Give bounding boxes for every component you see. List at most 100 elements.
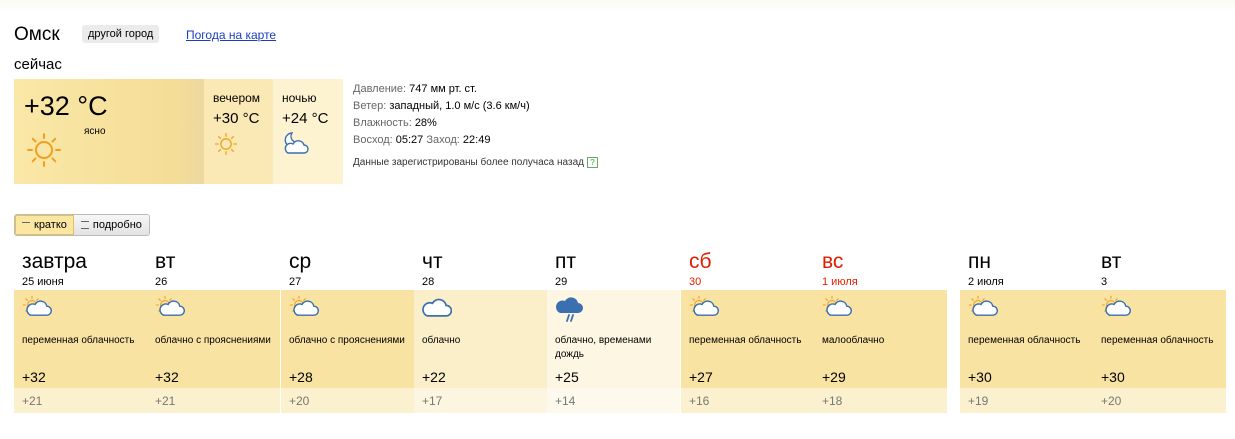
day-condition: переменная облачность [689,335,802,346]
day-date: 1 июля [822,276,858,288]
evening-panel: вечером +30 °C [204,79,273,184]
sun-cloud-icon [155,295,185,316]
forecast-day: ср 27 облачно с прояснениями +28 +20 [281,250,414,413]
day-name: вс [822,250,844,273]
day-name: чт [422,250,443,273]
data-age-note: Данные зарегистрированы более получаса н… [353,157,598,168]
day-low-temp: +21 [22,394,43,408]
current-weather-panel: +32 °C ясно [14,79,204,184]
day-condition: малооблачно [822,335,885,346]
day-low-temp: +21 [155,394,176,408]
day-condition: облачно с прояснениями [155,335,271,346]
humidity-value: 28% [414,117,437,129]
day-condition: облачно с прояснениями [289,335,405,346]
detailed-view-button[interactable]: подробно [73,215,149,235]
forecast-day: сб 30 переменная облачность +27 +16 [681,250,814,413]
sun-icon [214,132,238,156]
night-label: ночью [282,91,317,105]
night-panel: ночью +24 °C [273,79,343,184]
rain-cloud-icon [556,297,583,322]
current-temp: +32 °C [24,91,108,121]
sunrise-label: Восход: [353,134,393,146]
pressure-value: 747 мм рт. ст. [409,83,477,95]
sun-cloud-icon [822,295,852,316]
sunrise-value: 05:27 [395,134,424,146]
day-name: ср [289,250,312,273]
day-condition: переменная облачность [22,335,135,346]
sunset-label: Заход: [426,134,460,146]
forecast-day: пн 2 июля переменная облачность +30 +19 [960,250,1093,413]
moon-cloud-icon [284,132,309,154]
day-date: 27 [289,276,302,288]
sun-cloud-icon [22,295,52,316]
day-name: завтра [22,250,87,273]
now-label: сейчас [14,56,62,73]
forecast-day: пт 29 облачно, временами дождь +25 +14 [547,250,680,413]
day-name: пн [968,250,991,273]
day-low-temp: +18 [822,394,843,408]
brief-label: кратко [34,219,67,231]
top-strip [0,0,1235,14]
day-low-temp: +17 [422,394,443,408]
day-condition: облачно [422,335,461,346]
day-high-temp: +30 [968,369,992,385]
view-toggle: кратко подробно [14,214,150,236]
forecast-day: вт 26 облачно с прояснениями +32 +21 [147,250,280,413]
forecast-day: вт 3 переменная облачность +30 +20 [1093,250,1226,413]
day-date: 2 июля [968,276,1004,288]
day-name: вт [155,250,176,273]
day-high-temp: +32 [155,369,179,385]
day-condition: переменная облачность [1101,335,1214,346]
current-condition: ясно [84,126,106,137]
day-high-temp: +32 [22,369,46,385]
day-name: вт [1101,250,1122,273]
day-high-temp: +28 [289,369,313,385]
sunset-value: 22:49 [462,134,491,146]
day-date: 28 [422,276,435,288]
detailed-icon [80,221,89,229]
day-high-temp: +30 [1101,369,1125,385]
city-name: Омск [14,24,60,45]
day-date: 25 июня [22,276,64,288]
day-low-temp: +19 [968,394,989,408]
wind-value: западный, 1.0 м/с (3.6 км/ч) [389,100,530,112]
brief-icon [22,221,30,229]
day-low-temp: +20 [1101,394,1122,408]
weather-details: Давление: 747 мм рт. ст. Ветер: западный… [353,81,530,149]
sun-cloud-icon [1101,295,1131,316]
day-name: сб [689,250,712,273]
map-link[interactable]: Погода на карте [186,28,276,42]
note-text: Данные зарегистрированы более получаса н… [353,157,584,169]
day-low-temp: +16 [689,394,710,408]
other-city-button[interactable]: другой город [82,25,160,43]
day-high-temp: +22 [422,369,446,385]
forecast-day: завтра 25 июня переменная облачность +32 +21 [14,250,147,413]
detailed-label: подробно [92,219,142,231]
day-high-temp: +25 [555,369,579,385]
humidity-label: Влажность: [353,117,412,129]
day-high-temp: +29 [822,369,846,385]
day-date: 30 [689,276,702,288]
help-icon[interactable]: ? [586,157,598,168]
brief-view-button[interactable]: кратко [15,215,74,235]
day-name: пт [555,250,576,273]
day-condition: облачно, временами дождь [555,335,652,360]
sun-cloud-icon [689,295,719,316]
day-low-temp: +14 [555,394,576,408]
sun-cloud-icon [968,295,998,316]
sun-icon [27,133,61,167]
evening-temp: +30 °C [213,110,260,127]
day-high-temp: +27 [689,369,713,385]
day-date: 26 [155,276,168,288]
day-low-temp: +20 [289,394,310,408]
night-temp: +24 °C [282,110,329,127]
pressure-label: Давление: [353,83,407,95]
cloud-icon [422,298,452,317]
wind-label: Ветер: [353,100,387,112]
day-date: 29 [555,276,568,288]
evening-label: вечером [213,91,261,105]
forecast-day: чт 28 облачно +22 +17 [414,250,547,413]
day-condition: переменная облачность [968,335,1081,346]
forecast-day: вс 1 июля малооблачно +29 +18 [814,250,947,413]
sun-cloud-icon [289,295,319,316]
